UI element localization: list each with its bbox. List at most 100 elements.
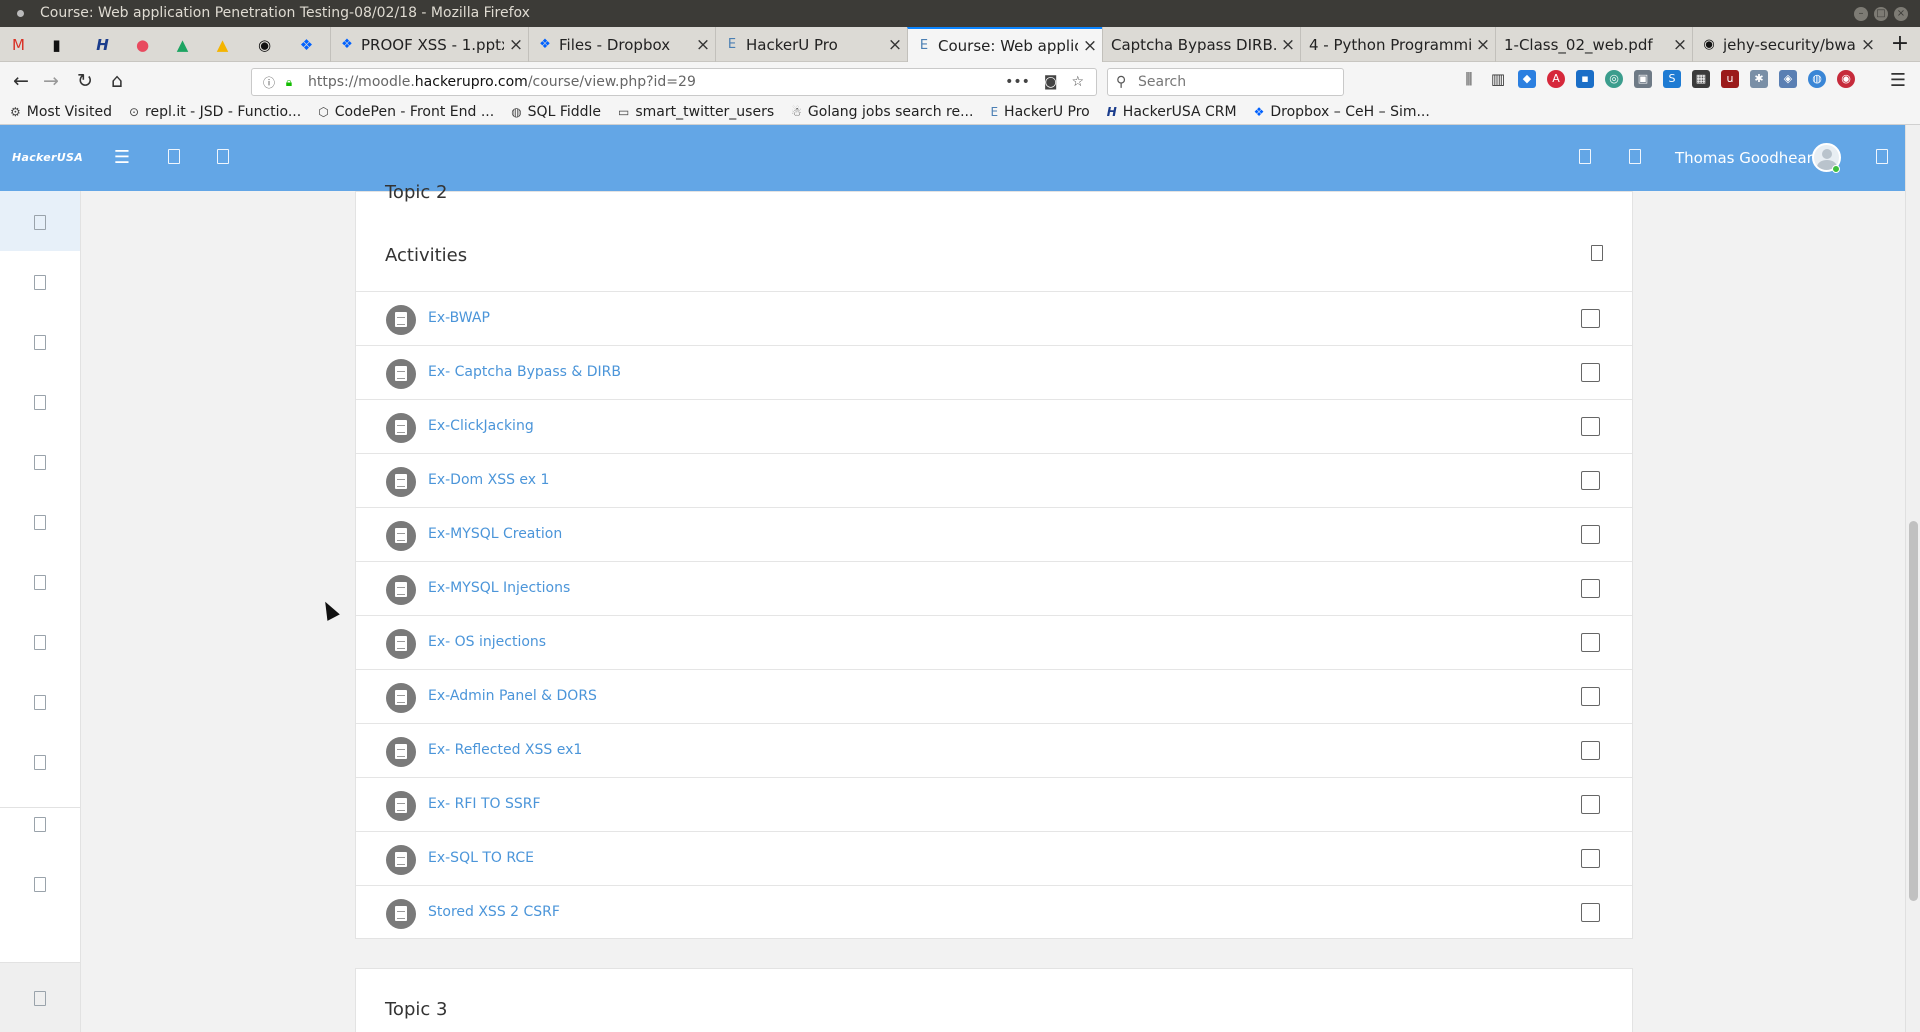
completion-checkbox[interactable]: [1581, 741, 1600, 760]
close-window-button[interactable]: ×: [1894, 7, 1908, 21]
close-tab-icon[interactable]: ×: [1668, 35, 1692, 55]
library-icon[interactable]: ⫼: [1460, 70, 1478, 88]
close-tab-icon[interactable]: ×: [1471, 35, 1495, 55]
activity-link[interactable]: Stored XSS 2 CSRF: [428, 904, 560, 920]
minimize-button[interactable]: –: [1854, 7, 1868, 21]
close-tab-icon[interactable]: ×: [691, 35, 715, 55]
scrollbar-thumb[interactable]: [1909, 521, 1918, 901]
bookmark-item[interactable]: ⊙ repl.it - JSD - Functio...: [129, 104, 301, 120]
completion-checkbox[interactable]: [1581, 417, 1600, 436]
bookmark-star-icon[interactable]: ☆: [1071, 74, 1084, 90]
extension-circle-icon[interactable]: ◎: [1605, 70, 1623, 88]
skype-icon[interactable]: S: [1663, 70, 1681, 88]
close-tab-icon[interactable]: ×: [1078, 36, 1102, 56]
drawer-item[interactable]: [0, 611, 80, 671]
bookmark-item[interactable]: ❖ Dropbox – CeH – Sim...: [1254, 104, 1430, 120]
forward-icon[interactable]: →: [38, 68, 64, 94]
header-menu-icon[interactable]: [1876, 149, 1888, 164]
activity-link[interactable]: Ex-Admin Panel & DORS: [428, 688, 597, 704]
info-icon[interactable]: ⓘ: [258, 74, 280, 91]
search-input[interactable]: ⚲ Search: [1107, 68, 1344, 96]
drawer-item[interactable]: [0, 793, 80, 853]
completion-checkbox[interactable]: [1581, 363, 1600, 382]
drawer-item[interactable]: [0, 371, 80, 431]
tab-class-02-web[interactable]: 1-Class_02_web.pdf ×: [1495, 27, 1692, 62]
new-tab-button[interactable]: +: [1886, 27, 1914, 62]
drive-alt-icon[interactable]: ▲: [206, 27, 239, 62]
drawer-item[interactable]: [0, 431, 80, 491]
drawer-item[interactable]: [0, 251, 80, 311]
tab-course-web-app[interactable]: Ε Course: Web applica ×: [907, 27, 1102, 62]
activity-link[interactable]: Ex-ClickJacking: [428, 418, 534, 434]
maximize-button[interactable]: □: [1874, 7, 1888, 21]
activity-link[interactable]: Ex-Dom XSS ex 1: [428, 472, 549, 488]
dropbox-icon[interactable]: ❖: [290, 27, 323, 62]
bookmark-item[interactable]: ⚙ Most Visited: [10, 104, 112, 120]
completion-checkbox[interactable]: [1581, 687, 1600, 706]
bookmark-app-icon[interactable]: ▮: [40, 27, 73, 62]
hackeru-icon[interactable]: H: [86, 27, 119, 62]
messages-icon[interactable]: [1629, 149, 1641, 164]
completion-checkbox[interactable]: [1581, 633, 1600, 652]
close-tab-icon[interactable]: ×: [1856, 35, 1880, 55]
extension-steel-icon[interactable]: ✱: [1750, 70, 1768, 88]
tab-hackeru-pro[interactable]: Ε HackerU Pro ×: [715, 27, 907, 62]
extension-dark-icon[interactable]: ▦: [1692, 70, 1710, 88]
activity-link[interactable]: Ex-SQL TO RCE: [428, 850, 534, 866]
url-text[interactable]: https://moodle.hackerupro.com/course/vie…: [308, 74, 1005, 90]
tab-python-programming[interactable]: 4 - Python Programmin ×: [1300, 27, 1495, 62]
tab-captcha-bypass[interactable]: Captcha Bypass DIRB.p ×: [1102, 27, 1300, 62]
activity-link[interactable]: Ex- Reflected XSS ex1: [428, 742, 582, 758]
drawer-item[interactable]: [0, 311, 80, 371]
user-name[interactable]: Thomas Goodheart: [1675, 149, 1819, 167]
header-icon-2[interactable]: [217, 149, 229, 164]
completion-checkbox[interactable]: [1581, 579, 1600, 598]
notifications-icon[interactable]: [1579, 149, 1591, 164]
activity-link[interactable]: Ex- RFI TO SSRF: [428, 796, 541, 812]
pocket-icon[interactable]: ●: [126, 27, 159, 62]
tab-proof-xss[interactable]: ❖ PROOF XSS - 1.pptx ×: [330, 27, 528, 62]
drawer-item[interactable]: [0, 491, 80, 551]
pocket-save-icon[interactable]: ◙: [1044, 74, 1058, 90]
site-logo[interactable]: HackerUSA: [12, 151, 83, 164]
bookmark-item[interactable]: ☃ Golang jobs search re...: [791, 104, 973, 120]
bookmark-folder[interactable]: ▭ smart_twitter_users: [618, 104, 774, 120]
bookmark-item[interactable]: ⬡ CodePen - Front End ...: [318, 104, 494, 120]
reload-icon[interactable]: ↻: [72, 68, 98, 94]
completion-checkbox[interactable]: [1581, 309, 1600, 328]
lock-icon[interactable]: 🔒︎: [280, 75, 298, 90]
close-tab-icon[interactable]: ×: [504, 35, 528, 55]
tab-files-dropbox[interactable]: ❖ Files - Dropbox ×: [528, 27, 715, 62]
close-tab-icon[interactable]: ×: [883, 35, 907, 55]
tab-jehy-bwapp[interactable]: ◉ jehy-security/bwap ×: [1692, 27, 1880, 62]
collapse-icon[interactable]: [1591, 245, 1603, 261]
extension-off-icon[interactable]: ◆: [1518, 70, 1536, 88]
extension-badge-icon[interactable]: ▪: [1576, 70, 1594, 88]
activity-link[interactable]: Ex-MYSQL Creation: [428, 526, 562, 542]
drive-icon[interactable]: ▲: [166, 27, 199, 62]
completion-checkbox[interactable]: [1581, 525, 1600, 544]
menu-icon[interactable]: ☰: [1890, 70, 1906, 91]
drawer-item[interactable]: [0, 551, 80, 611]
window-menu-icon[interactable]: [17, 10, 24, 17]
url-bar[interactable]: ⓘ 🔒︎ https://moodle.hackerupro.com/cours…: [251, 68, 1097, 96]
page-scrollbar[interactable]: [1905, 125, 1920, 1032]
drawer-footer[interactable]: [0, 962, 80, 1032]
gmail-icon[interactable]: M: [2, 27, 35, 62]
drawer-item[interactable]: [0, 731, 80, 791]
activity-link[interactable]: Ex-BWAP: [428, 310, 490, 326]
home-icon[interactable]: ⌂: [104, 68, 130, 94]
back-icon[interactable]: ←: [8, 68, 34, 94]
completion-checkbox[interactable]: [1581, 849, 1600, 868]
drawer-item[interactable]: [0, 671, 80, 731]
completion-checkbox[interactable]: [1581, 471, 1600, 490]
activity-link[interactable]: Ex- OS injections: [428, 634, 546, 650]
adblock-icon[interactable]: A: [1547, 70, 1565, 88]
header-icon-1[interactable]: [168, 149, 180, 164]
hamburger-icon[interactable]: ☰: [111, 147, 133, 169]
ublock-icon[interactable]: u: [1721, 70, 1739, 88]
extension-red-icon[interactable]: ◉: [1837, 70, 1855, 88]
activity-link[interactable]: Ex- Captcha Bypass & DIRB: [428, 364, 621, 380]
extension-chat-icon[interactable]: ◍: [1808, 70, 1826, 88]
close-tab-icon[interactable]: ×: [1276, 35, 1300, 55]
